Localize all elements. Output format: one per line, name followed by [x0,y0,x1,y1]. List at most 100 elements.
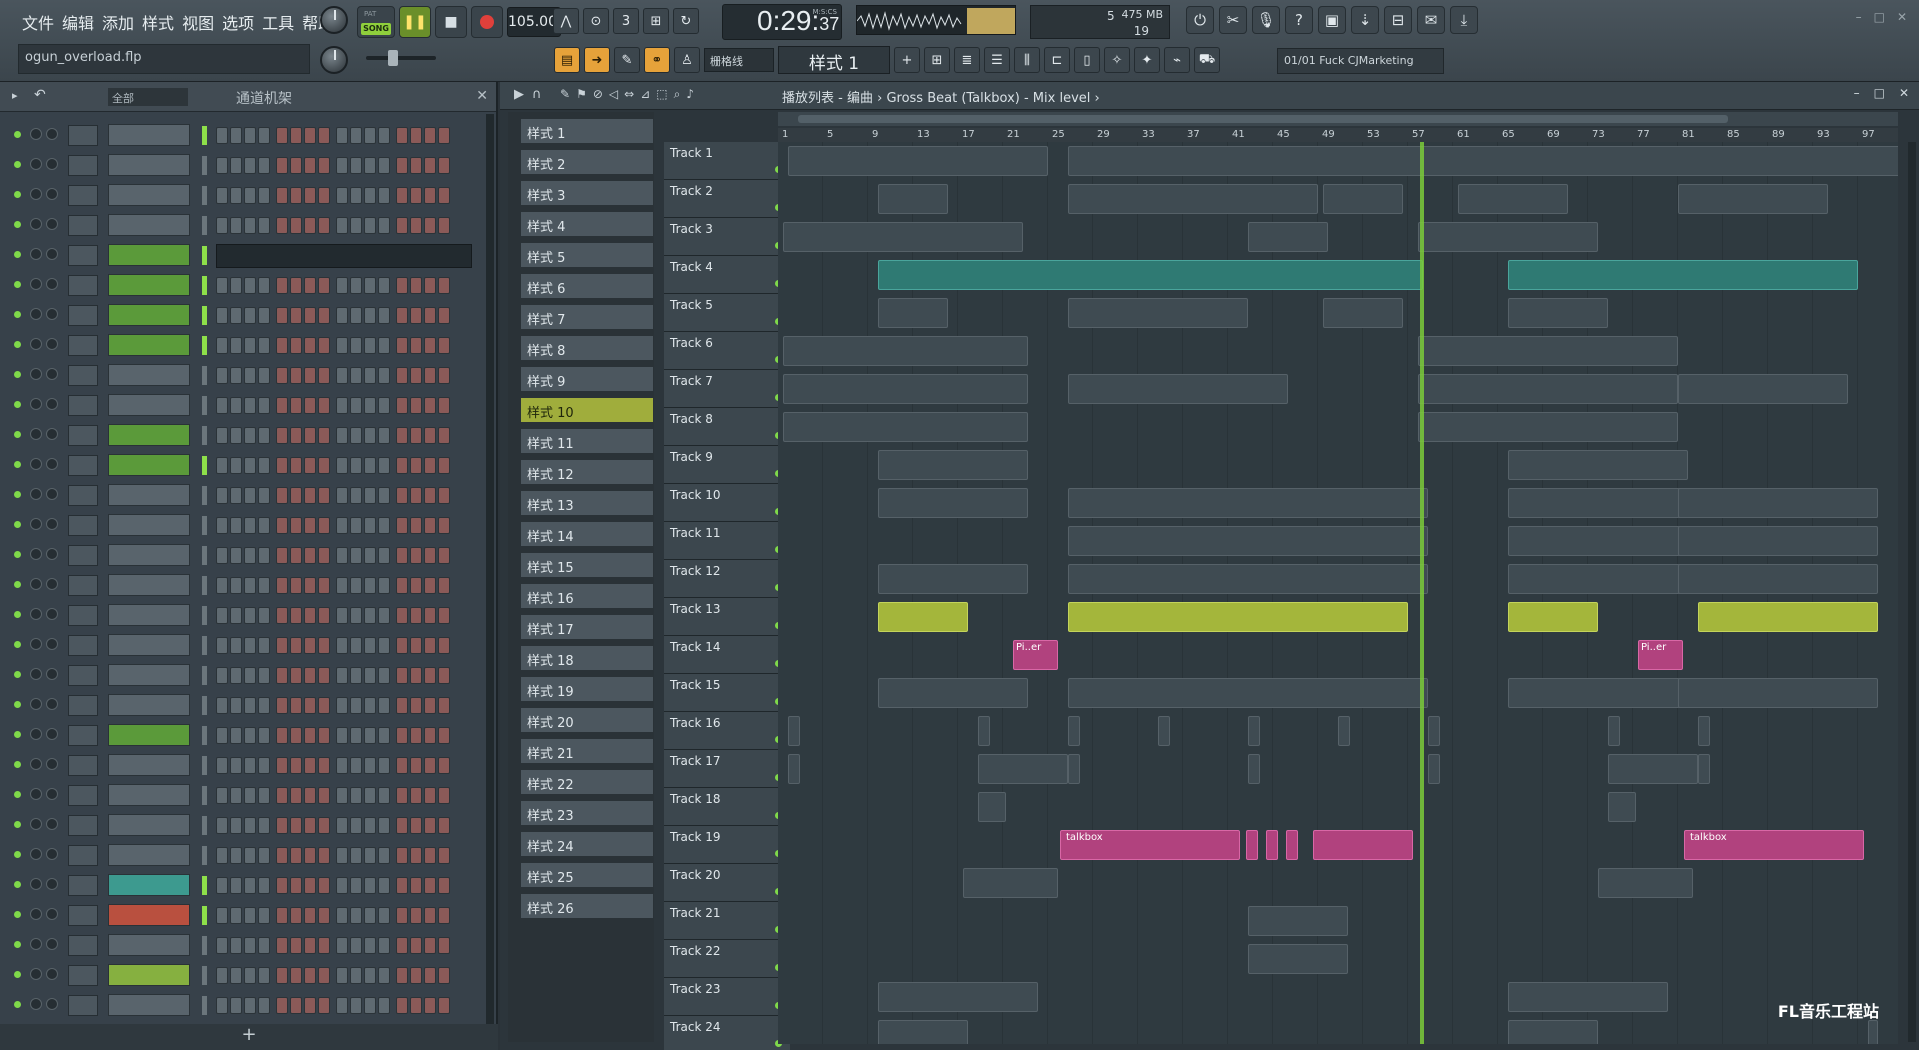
channel-pan-knob[interactable] [30,848,42,860]
step-button[interactable] [230,937,242,954]
mic-icon[interactable]: 🎙 [1252,6,1280,34]
step-button[interactable] [378,217,390,234]
channel-mute-led[interactable] [14,911,21,918]
step-button[interactable] [424,727,436,744]
step-button[interactable] [244,997,256,1014]
channel-name-button[interactable] [108,994,190,1016]
step-button[interactable] [350,667,362,684]
channel-mute-led[interactable] [14,161,21,168]
step-button[interactable] [438,997,450,1014]
menu-tools[interactable]: 工具 [258,8,298,33]
step-button[interactable] [318,127,330,144]
step-button[interactable] [216,157,228,174]
step-button[interactable] [258,187,270,204]
playlist-scrollbar[interactable] [1908,142,1916,1042]
menu-file[interactable]: 文件 [18,8,58,33]
step-button[interactable] [290,697,302,714]
step-button[interactable] [318,607,330,624]
channel-volume-knob[interactable] [46,998,58,1010]
pattern-clip[interactable] [1418,412,1678,442]
mute-icon[interactable]: ◁ [609,87,618,102]
step-button[interactable] [438,187,450,204]
channel-row[interactable] [0,330,480,360]
channel-pan-knob[interactable] [30,458,42,470]
pattern-item[interactable]: 样式 3 [520,180,654,206]
master-pitch-knob[interactable] [320,6,348,34]
step-button[interactable] [230,217,242,234]
channel-name-button[interactable] [108,424,190,446]
channel-pan-knob[interactable] [30,908,42,920]
channel-mute-led[interactable] [14,611,21,618]
step-button[interactable] [410,457,422,474]
step-button[interactable] [276,457,288,474]
channel-name-button[interactable] [108,964,190,986]
channel-volume-knob[interactable] [46,908,58,920]
channel-row[interactable] [0,720,480,750]
channel-mute-led[interactable] [14,791,21,798]
track-header[interactable]: Track 5 [664,294,790,332]
step-button[interactable] [438,127,450,144]
step-button[interactable] [424,457,436,474]
step-button[interactable] [244,457,256,474]
channel-select[interactable] [202,786,207,805]
step-button[interactable] [290,607,302,624]
pattern-clip[interactable] [1868,1020,1878,1044]
pattern-item[interactable]: 样式 25 [520,862,654,888]
channel-row[interactable] [0,360,480,390]
step-button[interactable] [378,547,390,564]
pattern-clip[interactable] [1698,602,1878,632]
channel-mixer-track[interactable] [68,185,98,206]
channel-select[interactable] [202,516,207,535]
channel-volume-knob[interactable] [46,338,58,350]
channel-pan-knob[interactable] [30,578,42,590]
step-button[interactable] [290,517,302,534]
song-time-display[interactable]: 0:29:37 M:S:CS [722,4,842,40]
step-button[interactable] [350,397,362,414]
step-button[interactable] [378,577,390,594]
channel-select[interactable] [202,276,207,295]
step-button[interactable] [378,967,390,984]
step-button[interactable] [410,667,422,684]
plugin-icon[interactable]: ✧ [1104,47,1130,73]
channel-row[interactable] [0,150,480,180]
channel-name-button[interactable] [108,604,190,626]
step-button[interactable] [378,457,390,474]
channel-name-button[interactable] [108,124,190,146]
step-button[interactable] [290,997,302,1014]
step-button[interactable] [216,787,228,804]
step-button[interactable] [216,757,228,774]
step-button[interactable] [396,427,408,444]
step-button[interactable] [230,667,242,684]
loop-record-icon[interactable]: ↻ [673,8,699,34]
step-button[interactable] [336,787,348,804]
browser-icon[interactable]: ⊏ [1044,47,1070,73]
step-button[interactable] [276,817,288,834]
channel-name-button[interactable] [108,694,190,716]
step-button[interactable] [438,397,450,414]
channel-name-button[interactable] [108,484,190,506]
channel-select[interactable] [202,846,207,865]
step-button[interactable] [350,277,362,294]
pattern-item[interactable]: 样式 6 [520,273,654,299]
channel-select[interactable] [202,696,207,715]
channel-mixer-track[interactable] [68,815,98,836]
channel-mute-led[interactable] [14,491,21,498]
channel-mixer-track[interactable] [68,485,98,506]
step-button[interactable] [438,277,450,294]
step-button[interactable] [378,157,390,174]
step-button[interactable] [350,937,362,954]
step-button[interactable] [350,547,362,564]
channel-name-button[interactable] [108,454,190,476]
step-button[interactable] [424,637,436,654]
timeline-ruler[interactable]: 1 5 9 13 17 21 25 29 33 37 41 45 49 53 57 61 65 69 73 77 81 8… [778,128,1898,142]
step-button[interactable] [216,697,228,714]
close-icon[interactable]: ✕ [476,88,488,104]
channel-select[interactable] [202,756,207,775]
channel-row[interactable] [0,240,480,270]
channel-select[interactable] [202,876,207,895]
pattern-clip[interactable] [1508,1020,1598,1044]
pattern-clip[interactable] [1428,754,1440,784]
step-button[interactable] [378,337,390,354]
step-button[interactable] [216,907,228,924]
mixer-view-icon[interactable]: ⫼ [1014,47,1040,73]
